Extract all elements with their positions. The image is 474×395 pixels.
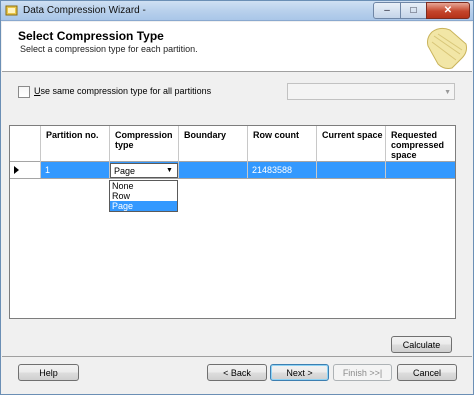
wizard-window: Data Compression Wizard - – □ ✕ Select C… (0, 0, 474, 395)
title-bar[interactable]: Data Compression Wizard - – □ ✕ (1, 1, 473, 21)
table-row[interactable]: 1 21483588 (10, 162, 455, 179)
col-row-count[interactable]: Row count (248, 126, 317, 162)
scroll-paper-icon (427, 27, 467, 69)
app-icon (5, 5, 18, 16)
partition-grid[interactable]: Partition no. Compression type Boundary … (9, 125, 456, 319)
same-type-combo[interactable]: ▼ (287, 83, 455, 100)
footer-divider (2, 356, 472, 357)
maximize-button[interactable]: □ (400, 2, 427, 19)
current-row-arrow-icon (14, 166, 19, 174)
close-button[interactable]: ✕ (426, 2, 470, 19)
page-title: Select Compression Type (18, 29, 164, 43)
option-page[interactable]: Page (110, 201, 177, 211)
help-button[interactable]: Help (18, 364, 79, 381)
cell-partition-no[interactable]: 1 (41, 162, 110, 178)
minimize-button[interactable]: – (373, 2, 401, 19)
grid-header: Partition no. Compression type Boundary … (10, 126, 455, 162)
col-boundary[interactable]: Boundary (179, 126, 248, 162)
row-selector[interactable] (10, 162, 41, 178)
cancel-button[interactable]: Cancel (397, 364, 457, 381)
compression-type-value: Page (114, 166, 136, 176)
window-title: Data Compression Wizard - (23, 5, 146, 16)
same-type-label-text: se same compression type for all partiti… (40, 86, 212, 96)
row-header-corner (10, 126, 41, 162)
same-type-checkbox[interactable] (18, 86, 30, 98)
col-current-space[interactable]: Current space (317, 126, 386, 162)
compression-type-dropdown[interactable]: None Row Page (109, 180, 178, 212)
cell-boundary[interactable] (179, 162, 248, 178)
chevron-down-icon: ▼ (444, 89, 451, 96)
page-subtitle: Select a compression type for each parti… (20, 44, 198, 54)
col-compression-type[interactable]: Compression type (110, 126, 179, 162)
back-button[interactable]: < Back (207, 364, 267, 381)
next-button[interactable]: Next > (270, 364, 329, 381)
col-partition-no[interactable]: Partition no. (41, 126, 110, 162)
cell-row-count[interactable]: 21483588 (248, 162, 317, 178)
option-none[interactable]: None (110, 181, 177, 191)
calculate-button[interactable]: Calculate (391, 336, 452, 353)
same-type-label: Use same compression type for all partit… (34, 86, 211, 96)
option-row[interactable]: Row (110, 191, 177, 201)
finish-button[interactable]: Finish >>| (333, 364, 392, 381)
cell-current-space[interactable] (317, 162, 386, 178)
grid-empty-area (10, 179, 455, 318)
wizard-header: Select Compression Type Select a compres… (2, 22, 472, 72)
cell-requested-space[interactable] (386, 162, 455, 178)
compression-type-combo[interactable]: Page ▼ (110, 163, 178, 178)
col-requested-space[interactable]: Requested compressed space (386, 126, 455, 162)
chevron-down-icon[interactable]: ▼ (163, 165, 176, 176)
